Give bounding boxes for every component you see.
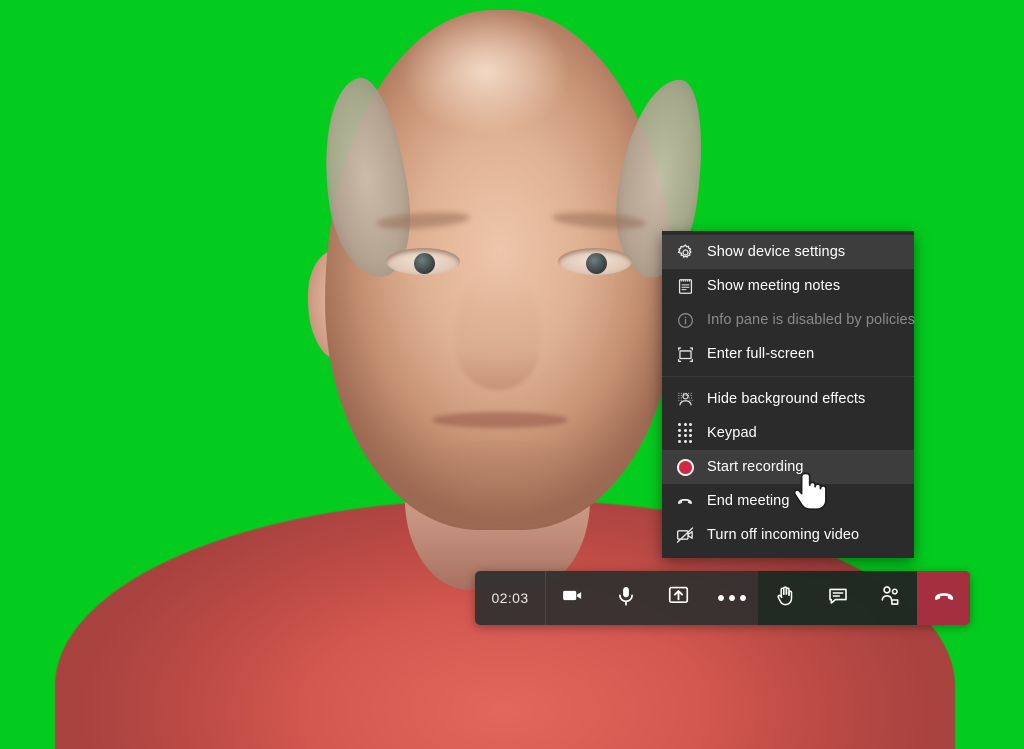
- menu-item-label: Keypad: [707, 424, 757, 441]
- menu-item-label: Enter full-screen: [707, 345, 815, 362]
- video-off-icon: [674, 524, 696, 546]
- menu-item-label: Show meeting notes: [707, 277, 841, 294]
- info-icon: [674, 309, 696, 331]
- more-options-button[interactable]: [705, 571, 758, 625]
- people-button[interactable]: [864, 571, 917, 625]
- camera-button[interactable]: [546, 571, 599, 625]
- microphone-icon: [614, 584, 638, 613]
- nose: [455, 272, 541, 390]
- toolbar-right-group: [758, 571, 917, 625]
- more-options-icon: [717, 595, 746, 601]
- menu-group-2: Hide background effects Keypad Start rec…: [662, 376, 914, 552]
- people-icon: [878, 583, 903, 613]
- menu-item-label: Show device settings: [707, 243, 846, 260]
- menu-item-label: Info pane is disabled by policies: [707, 311, 916, 328]
- menu-item-label: End meeting: [707, 492, 790, 509]
- menu-item-show-device-settings[interactable]: Show device settings: [662, 235, 914, 269]
- menu-item-show-meeting-notes[interactable]: Show meeting notes: [662, 269, 914, 303]
- microphone-button[interactable]: [599, 571, 652, 625]
- keypad-icon: [674, 422, 696, 444]
- background-effects-icon: [674, 388, 696, 410]
- raise-hand-icon: [773, 584, 797, 613]
- menu-item-start-recording[interactable]: Start recording: [662, 450, 914, 484]
- meeting-toolbar: 02:03: [475, 571, 970, 625]
- menu-item-end-meeting[interactable]: End meeting: [662, 484, 914, 518]
- menu-item-label: Turn off incoming video: [707, 526, 860, 543]
- chin-shadow: [410, 440, 590, 510]
- menu-item-label: Start recording: [707, 458, 804, 475]
- gear-icon: [674, 241, 696, 263]
- notes-icon: [674, 275, 696, 297]
- menu-item-turn-off-incoming-video[interactable]: Turn off incoming video: [662, 518, 914, 552]
- more-actions-context-menu: Show device settings Show meeting notes: [662, 231, 916, 558]
- chat-icon: [826, 584, 850, 613]
- share-screen-button[interactable]: [652, 571, 705, 625]
- pupil-right: [586, 253, 607, 274]
- chat-button[interactable]: [811, 571, 864, 625]
- meeting-timer: 02:03: [475, 571, 546, 625]
- camera-icon: [560, 583, 585, 613]
- raise-hand-button[interactable]: [758, 571, 811, 625]
- meeting-window: Show device settings Show meeting notes: [0, 0, 1024, 749]
- fullscreen-icon: [674, 343, 696, 365]
- menu-item-enter-full-screen[interactable]: Enter full-screen: [662, 337, 914, 371]
- pupil-left: [414, 253, 435, 274]
- mouth: [432, 412, 568, 428]
- menu-group-1: Show device settings Show meeting notes: [662, 235, 916, 371]
- hangup-button[interactable]: [917, 571, 970, 625]
- record-icon: [674, 456, 696, 478]
- menu-item-info-pane-disabled: Info pane is disabled by policies: [662, 303, 916, 337]
- hangup-icon: [931, 583, 957, 614]
- menu-item-label: Hide background effects: [707, 390, 866, 407]
- menu-item-keypad[interactable]: Keypad: [662, 416, 914, 450]
- menu-item-hide-background-effects[interactable]: Hide background effects: [662, 382, 914, 416]
- hangup-icon: [674, 490, 696, 512]
- share-screen-icon: [666, 583, 691, 613]
